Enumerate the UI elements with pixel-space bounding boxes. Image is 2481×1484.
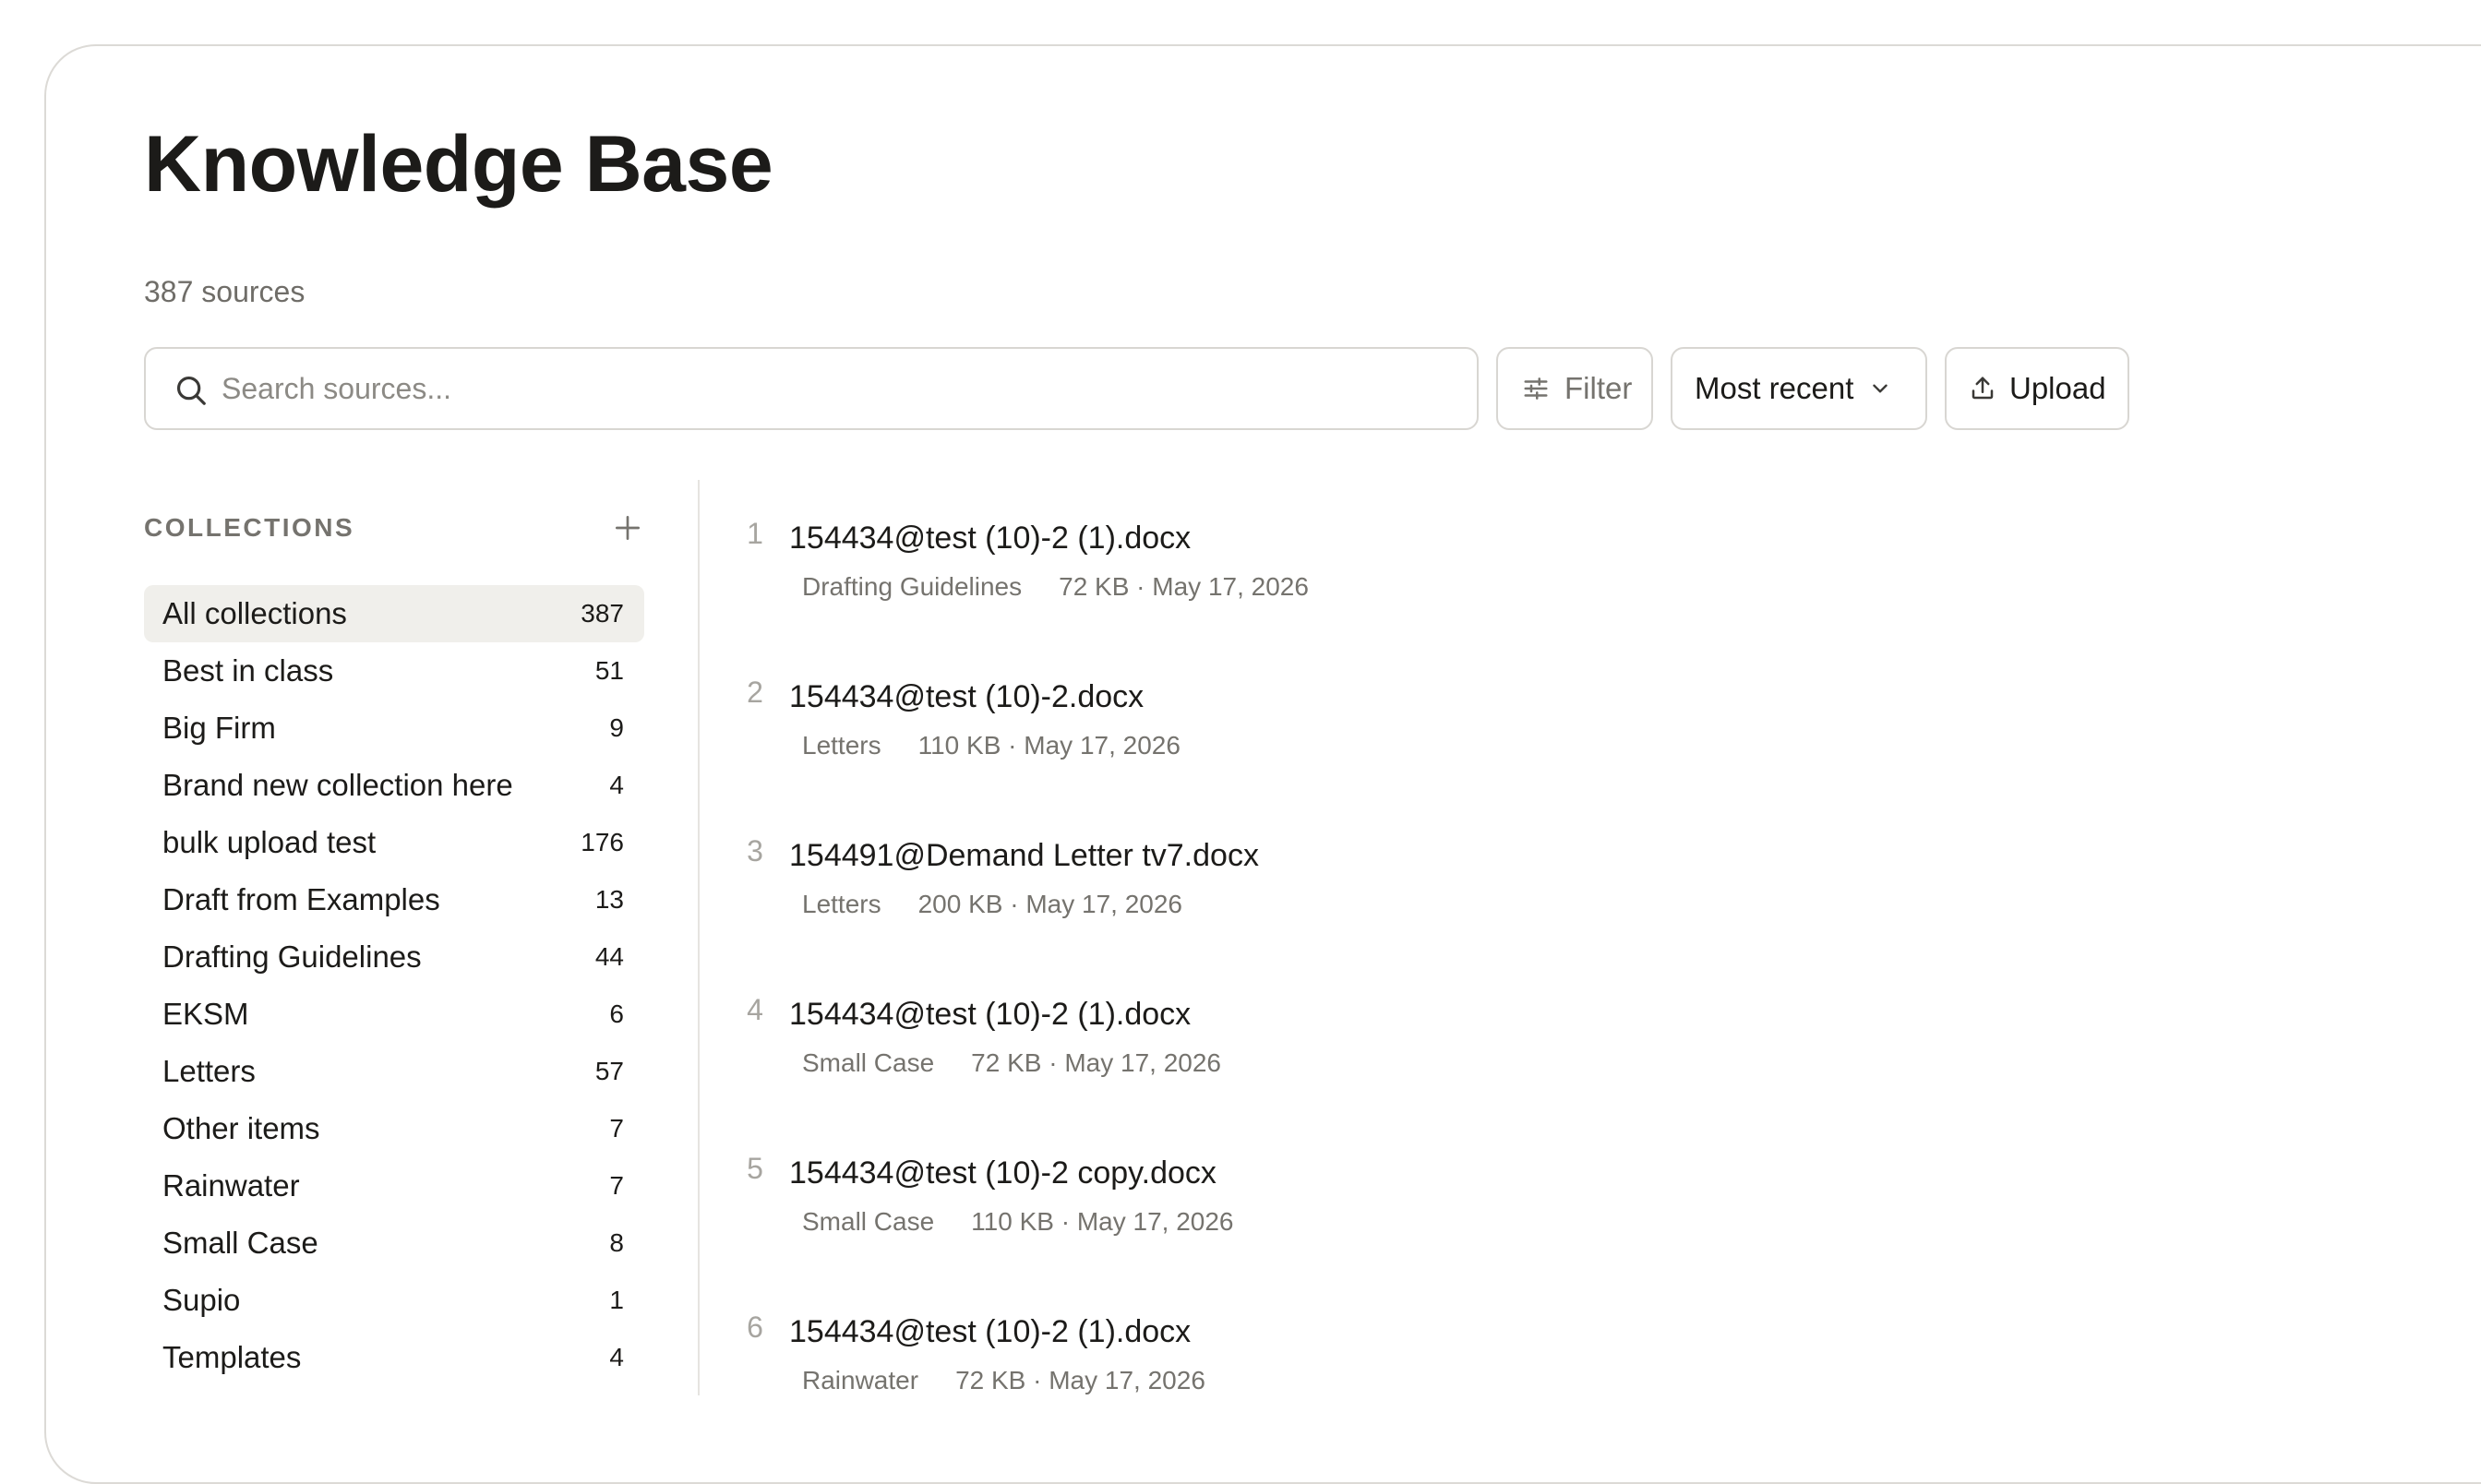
document-collection: Rainwater — [802, 1366, 919, 1394]
chevron-down-icon — [1873, 384, 1888, 393]
collection-label: Supio — [162, 1283, 241, 1317]
filter-label: Filter — [1564, 371, 1633, 405]
collection-label: Brand new collection here — [162, 768, 513, 802]
document-index: 1 — [747, 517, 763, 550]
collection-item[interactable]: bulk upload test 176 — [144, 814, 644, 871]
document-index: 2 — [747, 676, 763, 709]
collection-label: All collections — [162, 596, 347, 630]
document-meta: Letters 200 KB · May 17, 2026 — [802, 890, 1182, 919]
document-info: 110 KB · May 17, 2026 — [971, 1207, 1234, 1236]
document-collection: Letters — [802, 731, 881, 760]
collection-item[interactable]: All collections 387 — [144, 585, 644, 642]
collection-count: 13 — [594, 885, 624, 914]
collection-label: Templates — [162, 1340, 302, 1374]
document-name[interactable]: 154434@test (10)-2 copy.docx — [789, 1148, 1217, 1198]
collection-label: Small Case — [162, 1226, 318, 1260]
document-meta: Rainwater 72 KB · May 17, 2026 — [802, 1366, 1205, 1395]
collection-count: 51 — [594, 656, 624, 685]
collection-item[interactable]: EKSM 6 — [144, 986, 644, 1043]
document-info: 72 KB · May 17, 2026 — [971, 1048, 1221, 1077]
document-index: 5 — [747, 1152, 763, 1185]
collections-header: COLLECTIONS — [144, 513, 355, 542]
collection-count: 176 — [581, 828, 624, 856]
collection-label: bulk upload test — [162, 825, 377, 859]
collection-list: All collections 387 Best in class 51 Big F… — [144, 585, 644, 1386]
collection-label: EKSM — [162, 997, 249, 1031]
document-info: 110 KB · May 17, 2026 — [917, 731, 1181, 760]
search-input[interactable] — [222, 362, 1449, 415]
upload-button[interactable]: Upload — [1945, 347, 2129, 430]
collection-item[interactable]: Rainwater 7 — [144, 1157, 644, 1215]
collection-count: 1 — [609, 1286, 624, 1314]
collection-item[interactable]: Small Case 8 — [144, 1215, 644, 1272]
collection-item[interactable]: Best in class 51 — [144, 642, 644, 700]
collection-label: Draft from Examples — [162, 882, 440, 916]
document-index: 4 — [747, 993, 763, 1026]
document-meta: Letters 110 KB · May 17, 2026 — [802, 731, 1181, 760]
collection-label: Rainwater — [162, 1168, 300, 1203]
upload-icon — [1972, 377, 1994, 400]
document-index: 6 — [747, 1310, 763, 1344]
collection-count: 387 — [581, 599, 624, 628]
search-icon — [176, 376, 206, 405]
sort-dropdown[interactable]: Most recent — [1671, 347, 1927, 430]
source-count: 387 sources — [144, 275, 306, 308]
collection-item[interactable]: Templates 4 — [144, 1329, 644, 1386]
document-meta: Small Case 110 KB · May 17, 2026 — [802, 1207, 1234, 1237]
document-name[interactable]: 154434@test (10)-2 (1).docx — [789, 513, 1191, 563]
collection-item[interactable]: Other items 7 — [144, 1100, 644, 1157]
collection-count: 57 — [594, 1057, 624, 1085]
upload-label: Upload — [2009, 371, 2106, 405]
document-info: 72 KB · May 17, 2026 — [1059, 572, 1309, 601]
collection-count: 7 — [609, 1171, 624, 1200]
column-divider — [698, 480, 700, 1395]
add-collection-icon[interactable] — [609, 509, 646, 546]
collection-count: 44 — [594, 942, 624, 971]
collection-item[interactable]: Drafting Guidelines 44 — [144, 928, 644, 986]
document-collection: Letters — [802, 890, 881, 918]
search-bar[interactable] — [144, 347, 1479, 430]
collection-item[interactable]: Draft from Examples 13 — [144, 871, 644, 928]
document-index: 3 — [747, 834, 763, 868]
collection-item[interactable]: Letters 57 — [144, 1043, 644, 1100]
document-collection: Small Case — [802, 1207, 935, 1236]
collection-label: Best in class — [162, 653, 334, 688]
collection-count: 6 — [609, 999, 624, 1028]
collection-count: 9 — [609, 713, 624, 742]
collection-label: Other items — [162, 1111, 320, 1145]
collection-count: 4 — [609, 1343, 624, 1371]
collection-label: Big Firm — [162, 711, 276, 745]
collection-count: 8 — [609, 1228, 624, 1257]
page-title: Knowledge Base — [144, 120, 773, 209]
collection-label: Drafting Guidelines — [162, 939, 422, 974]
document-name[interactable]: 154434@test (10)-2 (1).docx — [789, 989, 1191, 1039]
collection-item[interactable]: Supio 1 — [144, 1272, 644, 1329]
filter-button[interactable]: Filter — [1496, 347, 1653, 430]
collection-item[interactable]: Big Firm 9 — [144, 700, 644, 757]
document-name[interactable]: 154434@test (10)-2 (1).docx — [789, 1307, 1191, 1357]
collection-count: 7 — [609, 1114, 624, 1143]
document-meta: Drafting Guidelines 72 KB · May 17, 2026 — [802, 572, 1309, 602]
collection-label: Letters — [162, 1054, 256, 1088]
sliders-icon — [1524, 377, 1548, 400]
document-info: 72 KB · May 17, 2026 — [955, 1366, 1205, 1394]
sort-label: Most recent — [1695, 371, 1854, 405]
document-name[interactable]: 154491@Demand Letter tv7.docx — [789, 831, 1259, 880]
collection-item[interactable]: Brand new collection here 4 — [144, 757, 644, 814]
document-info: 200 KB · May 17, 2026 — [917, 890, 1183, 918]
document-collection: Drafting Guidelines — [802, 572, 1023, 601]
document-meta: Small Case 72 KB · May 17, 2026 — [802, 1048, 1221, 1078]
document-name[interactable]: 154434@test (10)-2.docx — [789, 672, 1144, 722]
document-collection: Small Case — [802, 1048, 935, 1077]
collection-count: 4 — [609, 771, 624, 799]
